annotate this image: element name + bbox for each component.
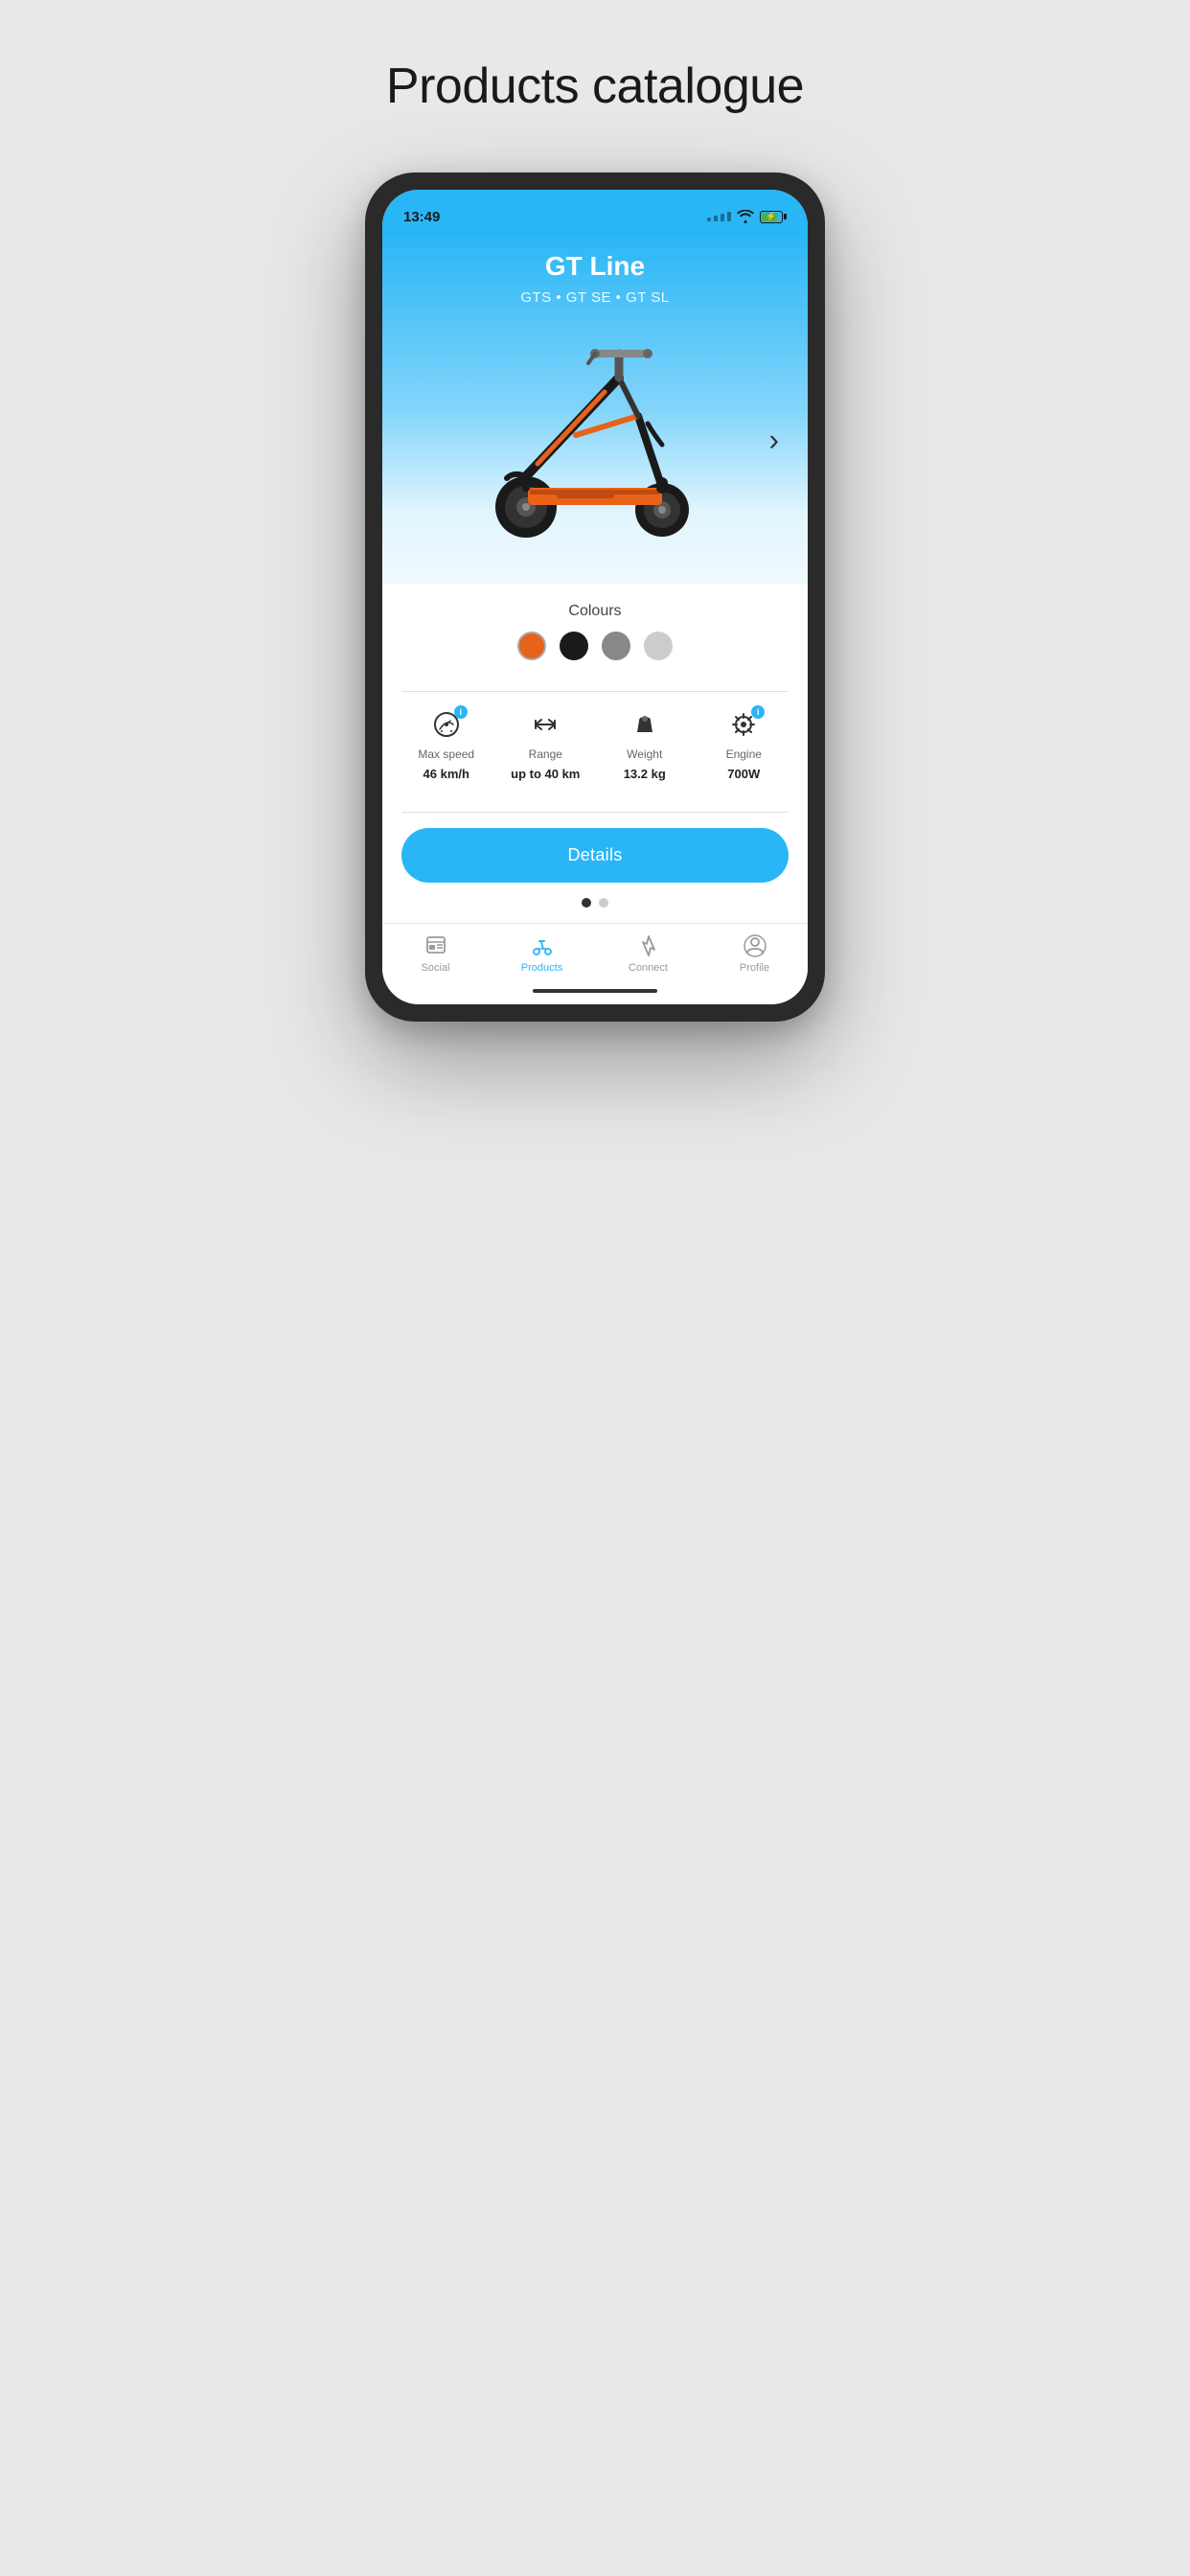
pagination-dots	[401, 898, 789, 908]
spec-engine: i Engine 700W	[699, 707, 790, 781]
signal-icon	[707, 212, 731, 221]
engine-icon-wrap: i	[724, 707, 763, 742]
products-icon	[530, 933, 555, 958]
scooter-image: ›	[401, 325, 789, 555]
weight-icon-wrap	[626, 707, 664, 742]
product-line-name: GT Line	[401, 251, 789, 282]
tab-social[interactable]: Social	[382, 933, 489, 974]
spec-engine-value: 700W	[727, 767, 760, 781]
scooter-svg	[461, 339, 729, 540]
colours-section: Colours	[401, 603, 789, 676]
colours-label: Colours	[401, 603, 789, 620]
info-badge-engine: i	[751, 705, 765, 719]
details-button[interactable]: Details	[401, 828, 789, 883]
phone-screen: 13:49 ⚡	[382, 190, 808, 1004]
spec-maxspeed: i Max speed 46 km/h	[401, 707, 492, 781]
page-dot-1	[582, 898, 591, 908]
spec-maxspeed-label: Max speed	[418, 748, 474, 761]
spec-range-label: Range	[529, 748, 562, 761]
profile-icon	[743, 933, 767, 958]
tab-profile-label: Profile	[740, 962, 769, 974]
tab-products[interactable]: Products	[489, 933, 595, 974]
divider-top	[401, 691, 789, 692]
specs-grid: i Max speed 46 km/h	[401, 707, 789, 796]
page-title: Products catalogue	[386, 58, 804, 115]
spec-weight-value: 13.2 kg	[624, 767, 666, 781]
tab-products-label: Products	[521, 962, 562, 974]
colour-swatch-gray[interactable]	[602, 632, 630, 660]
product-variants: GTS • GT SE • GT SL	[401, 289, 789, 306]
spec-range-value: up to 40 km	[511, 767, 580, 781]
tab-connect-label: Connect	[629, 962, 668, 974]
status-time: 13:49	[403, 209, 440, 225]
hero-area: GT Line GTS • GT SE • GT SL	[382, 232, 808, 584]
spec-weight: Weight 13.2 kg	[600, 707, 690, 781]
tab-bar: Social Products	[382, 923, 808, 981]
colour-swatch-orange[interactable]	[517, 632, 546, 660]
status-icons: ⚡	[707, 210, 787, 223]
page-dot-2	[599, 898, 608, 908]
spec-weight-label: Weight	[627, 748, 662, 761]
phone-device: 13:49 ⚡	[365, 172, 825, 1022]
connect-icon	[636, 933, 661, 958]
spec-maxspeed-value: 46 km/h	[423, 767, 469, 781]
colour-swatch-black[interactable]	[560, 632, 588, 660]
range-icon	[532, 711, 559, 738]
spec-range: Range up to 40 km	[501, 707, 591, 781]
next-arrow[interactable]: ›	[768, 423, 779, 458]
tab-social-label: Social	[422, 962, 450, 974]
content-area: Colours	[382, 584, 808, 908]
wifi-icon	[737, 210, 754, 223]
tab-connect[interactable]: Connect	[595, 933, 701, 974]
weight-icon	[631, 711, 658, 738]
social-icon	[423, 933, 448, 958]
home-bar	[533, 989, 657, 993]
speedometer-icon-wrap: i	[427, 707, 466, 742]
range-icon-wrap	[526, 707, 564, 742]
colour-swatch-silver[interactable]	[644, 632, 673, 660]
spec-engine-label: Engine	[726, 748, 762, 761]
info-badge-speed: i	[454, 705, 468, 719]
tab-profile[interactable]: Profile	[701, 933, 808, 974]
divider-bottom	[401, 812, 789, 813]
battery-icon: ⚡	[760, 211, 787, 223]
status-bar: 13:49 ⚡	[382, 190, 808, 232]
colour-swatches	[401, 632, 789, 660]
home-indicator	[382, 981, 808, 1004]
